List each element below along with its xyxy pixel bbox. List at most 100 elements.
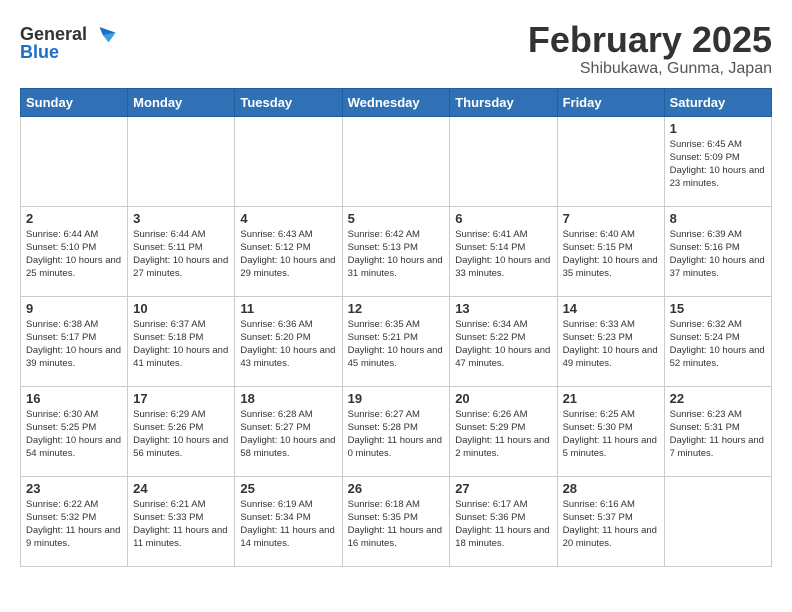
weekday-header-wednesday: Wednesday <box>342 88 450 116</box>
day-number: 21 <box>563 391 659 406</box>
day-cell: 17 Sunrise: 6:29 AM Sunset: 5:26 PM Dayli… <box>128 386 235 476</box>
title-area: February 2025 Shibukawa, Gunma, Japan <box>528 20 772 78</box>
day-number: 22 <box>670 391 766 406</box>
day-number: 7 <box>563 211 659 226</box>
day-info: Sunrise: 6:45 AM Sunset: 5:09 PM Dayligh… <box>670 138 766 191</box>
day-number: 1 <box>670 121 766 136</box>
day-cell: 27 Sunrise: 6:17 AM Sunset: 5:36 PM Dayli… <box>450 476 557 566</box>
day-cell: 15Sunrise: 6:32 AM Sunset: 5:24 PM Dayli… <box>664 296 771 386</box>
day-cell <box>450 116 557 206</box>
week-row-3: 16 Sunrise: 6:30 AM Sunset: 5:25 PM Dayli… <box>21 386 772 476</box>
day-number: 4 <box>240 211 336 226</box>
weekday-header-sunday: Sunday <box>21 88 128 116</box>
day-cell: 11 Sunrise: 6:36 AM Sunset: 5:20 PM Dayli… <box>235 296 342 386</box>
day-cell: 20 Sunrise: 6:26 AM Sunset: 5:29 PM Dayli… <box>450 386 557 476</box>
day-number: 13 <box>455 301 551 316</box>
day-cell: 7 Sunrise: 6:40 AM Sunset: 5:15 PM Daylig… <box>557 206 664 296</box>
day-number: 10 <box>133 301 229 316</box>
day-info: Sunrise: 6:38 AM Sunset: 5:17 PM Dayligh… <box>26 318 122 371</box>
day-number: 5 <box>348 211 445 226</box>
day-number: 18 <box>240 391 336 406</box>
day-info: Sunrise: 6:36 AM Sunset: 5:20 PM Dayligh… <box>240 318 336 371</box>
day-number: 14 <box>563 301 659 316</box>
day-cell: 1 Sunrise: 6:45 AM Sunset: 5:09 PM Daylig… <box>664 116 771 206</box>
day-cell: 23 Sunrise: 6:22 AM Sunset: 5:32 PM Dayli… <box>21 476 128 566</box>
day-info: Sunrise: 6:30 AM Sunset: 5:25 PM Dayligh… <box>26 408 122 461</box>
day-cell: 13 Sunrise: 6:34 AM Sunset: 5:22 PM Dayli… <box>450 296 557 386</box>
day-number: 19 <box>348 391 445 406</box>
day-cell: 5 Sunrise: 6:42 AM Sunset: 5:13 PM Daylig… <box>342 206 450 296</box>
day-cell <box>21 116 128 206</box>
day-number: 20 <box>455 391 551 406</box>
day-info: Sunrise: 6:27 AM Sunset: 5:28 PM Dayligh… <box>348 408 445 461</box>
day-cell: 18 Sunrise: 6:28 AM Sunset: 5:27 PM Dayli… <box>235 386 342 476</box>
day-cell: 24 Sunrise: 6:21 AM Sunset: 5:33 PM Dayli… <box>128 476 235 566</box>
day-cell: 26 Sunrise: 6:18 AM Sunset: 5:35 PM Dayli… <box>342 476 450 566</box>
day-info: Sunrise: 6:35 AM Sunset: 5:21 PM Dayligh… <box>348 318 445 371</box>
day-cell: 9 Sunrise: 6:38 AM Sunset: 5:17 PM Daylig… <box>21 296 128 386</box>
weekday-header-saturday: Saturday <box>664 88 771 116</box>
weekday-header-row: SundayMondayTuesdayWednesdayThursdayFrid… <box>21 88 772 116</box>
day-number: 17 <box>133 391 229 406</box>
day-cell <box>235 116 342 206</box>
day-info: Sunrise: 6:37 AM Sunset: 5:18 PM Dayligh… <box>133 318 229 371</box>
day-number: 15 <box>670 301 766 316</box>
day-info: Sunrise: 6:28 AM Sunset: 5:27 PM Dayligh… <box>240 408 336 461</box>
day-info: Sunrise: 6:44 AM Sunset: 5:11 PM Dayligh… <box>133 228 229 281</box>
day-cell <box>342 116 450 206</box>
day-info: Sunrise: 6:41 AM Sunset: 5:14 PM Dayligh… <box>455 228 551 281</box>
logo-blue-text: Blue <box>20 42 59 63</box>
day-info: Sunrise: 6:40 AM Sunset: 5:15 PM Dayligh… <box>563 228 659 281</box>
day-cell: 19 Sunrise: 6:27 AM Sunset: 5:28 PM Dayli… <box>342 386 450 476</box>
day-number: 12 <box>348 301 445 316</box>
day-cell <box>128 116 235 206</box>
day-number: 9 <box>26 301 122 316</box>
week-row-2: 9 Sunrise: 6:38 AM Sunset: 5:17 PM Daylig… <box>21 296 772 386</box>
day-info: Sunrise: 6:16 AM Sunset: 5:37 PM Dayligh… <box>563 498 659 551</box>
day-info: Sunrise: 6:18 AM Sunset: 5:35 PM Dayligh… <box>348 498 445 551</box>
day-number: 23 <box>26 481 122 496</box>
header: General Blue February 2025 Shibukawa, Gu… <box>20 20 772 78</box>
weekday-header-friday: Friday <box>557 88 664 116</box>
day-cell: 22 Sunrise: 6:23 AM Sunset: 5:31 PM Dayli… <box>664 386 771 476</box>
day-info: Sunrise: 6:33 AM Sunset: 5:23 PM Dayligh… <box>563 318 659 371</box>
day-number: 2 <box>26 211 122 226</box>
day-number: 25 <box>240 481 336 496</box>
day-cell: 8Sunrise: 6:39 AM Sunset: 5:16 PM Daylig… <box>664 206 771 296</box>
day-info: Sunrise: 6:23 AM Sunset: 5:31 PM Dayligh… <box>670 408 766 461</box>
logo-bird-icon <box>89 20 117 48</box>
calendar: SundayMondayTuesdayWednesdayThursdayFrid… <box>20 88 772 567</box>
day-number: 27 <box>455 481 551 496</box>
day-cell: 25 Sunrise: 6:19 AM Sunset: 5:34 PM Dayli… <box>235 476 342 566</box>
day-cell: 14 Sunrise: 6:33 AM Sunset: 5:23 PM Dayli… <box>557 296 664 386</box>
day-info: Sunrise: 6:43 AM Sunset: 5:12 PM Dayligh… <box>240 228 336 281</box>
day-cell: 28 Sunrise: 6:16 AM Sunset: 5:37 PM Dayli… <box>557 476 664 566</box>
day-info: Sunrise: 6:17 AM Sunset: 5:36 PM Dayligh… <box>455 498 551 551</box>
week-row-4: 23 Sunrise: 6:22 AM Sunset: 5:32 PM Dayli… <box>21 476 772 566</box>
day-number: 16 <box>26 391 122 406</box>
day-info: Sunrise: 6:26 AM Sunset: 5:29 PM Dayligh… <box>455 408 551 461</box>
day-cell <box>557 116 664 206</box>
weekday-header-thursday: Thursday <box>450 88 557 116</box>
day-number: 26 <box>348 481 445 496</box>
day-number: 11 <box>240 301 336 316</box>
day-info: Sunrise: 6:19 AM Sunset: 5:34 PM Dayligh… <box>240 498 336 551</box>
location-title: Shibukawa, Gunma, Japan <box>528 60 772 78</box>
day-info: Sunrise: 6:25 AM Sunset: 5:30 PM Dayligh… <box>563 408 659 461</box>
day-cell: 21 Sunrise: 6:25 AM Sunset: 5:30 PM Dayli… <box>557 386 664 476</box>
day-number: 28 <box>563 481 659 496</box>
day-info: Sunrise: 6:34 AM Sunset: 5:22 PM Dayligh… <box>455 318 551 371</box>
day-number: 24 <box>133 481 229 496</box>
day-cell: 12 Sunrise: 6:35 AM Sunset: 5:21 PM Dayli… <box>342 296 450 386</box>
month-title: February 2025 <box>528 20 772 60</box>
day-info: Sunrise: 6:42 AM Sunset: 5:13 PM Dayligh… <box>348 228 445 281</box>
day-cell: 2 Sunrise: 6:44 AM Sunset: 5:10 PM Daylig… <box>21 206 128 296</box>
day-info: Sunrise: 6:21 AM Sunset: 5:33 PM Dayligh… <box>133 498 229 551</box>
weekday-header-monday: Monday <box>128 88 235 116</box>
day-info: Sunrise: 6:29 AM Sunset: 5:26 PM Dayligh… <box>133 408 229 461</box>
weekday-header-tuesday: Tuesday <box>235 88 342 116</box>
day-cell: 4 Sunrise: 6:43 AM Sunset: 5:12 PM Daylig… <box>235 206 342 296</box>
day-info: Sunrise: 6:44 AM Sunset: 5:10 PM Dayligh… <box>26 228 122 281</box>
logo: General Blue <box>20 20 117 63</box>
day-info: Sunrise: 6:22 AM Sunset: 5:32 PM Dayligh… <box>26 498 122 551</box>
